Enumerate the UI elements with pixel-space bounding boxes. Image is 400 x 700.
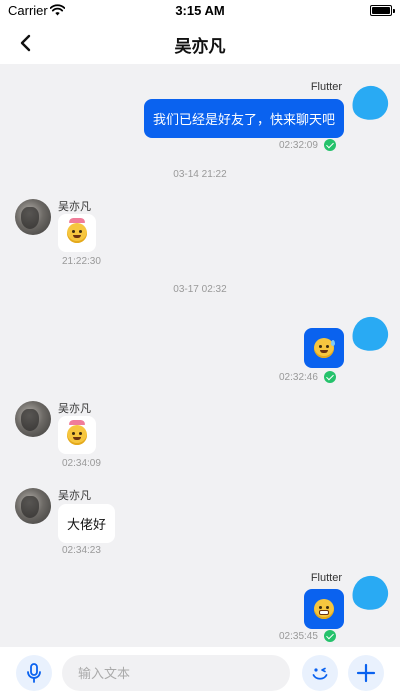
message-bubble-incoming[interactable] <box>58 214 96 252</box>
self-avatar[interactable] <box>348 572 392 614</box>
grimacing-face-emoji <box>314 599 334 619</box>
emoji-button[interactable] <box>302 655 338 691</box>
add-button[interactable] <box>348 655 384 691</box>
read-check-icon <box>324 139 336 151</box>
voice-button[interactable] <box>16 655 52 691</box>
sender-name: Flutter <box>310 81 342 93</box>
chat-area[interactable]: Flutter 我们已经是好友了，快来聊天吧 02:32:09 03-14 21… <box>0 64 400 647</box>
message-time: 02:34:23 <box>62 545 101 556</box>
worried-face-emoji <box>314 338 335 358</box>
message-time: 02:32:09 <box>279 140 318 151</box>
message-bubble-incoming[interactable]: 大佬好 <box>58 504 116 543</box>
chat-timestamp: 03-14 21:22 <box>173 169 227 180</box>
status-bar: Carrier 3:15 AM <box>0 0 400 22</box>
message-time: 21:22:30 <box>62 256 101 267</box>
self-avatar[interactable] <box>348 82 392 124</box>
microphone-icon <box>27 663 41 683</box>
sender-name: 吴亦凡 <box>58 490 91 502</box>
contact-avatar[interactable] <box>15 199 51 235</box>
battery-icon <box>370 5 395 16</box>
message-bubble-outgoing[interactable]: 我们已经是好友了，快来聊天吧 <box>143 99 344 138</box>
clock: 3:15 AM <box>175 3 225 18</box>
message-bubble-incoming[interactable] <box>58 416 96 454</box>
sender-name: 吴亦凡 <box>58 403 91 415</box>
contact-avatar[interactable] <box>15 401 51 437</box>
message-bubble-outgoing[interactable] <box>304 589 344 629</box>
plus-icon <box>356 663 376 683</box>
party-face-emoji <box>67 420 87 445</box>
chat-timestamp: 03-17 02:32 <box>173 284 227 295</box>
contact-avatar[interactable] <box>15 488 51 524</box>
composer-bar <box>0 647 400 700</box>
message-bubble-outgoing[interactable] <box>304 328 344 368</box>
page-title: 吴亦凡 <box>174 37 226 56</box>
party-face-emoji <box>67 218 87 243</box>
sender-name: Flutter <box>310 572 342 584</box>
emoji-wink-icon <box>312 667 328 680</box>
message-time: 02:34:09 <box>62 458 101 469</box>
nav-bar: 吴亦凡 <box>0 22 400 64</box>
message-time: 02:32:46 <box>279 372 318 383</box>
self-avatar[interactable] <box>348 313 392 355</box>
message-time: 02:35:45 <box>279 631 318 642</box>
sender-name: 吴亦凡 <box>58 201 91 213</box>
read-check-icon <box>324 371 336 383</box>
message-input[interactable] <box>62 655 290 691</box>
read-check-icon <box>324 630 336 642</box>
